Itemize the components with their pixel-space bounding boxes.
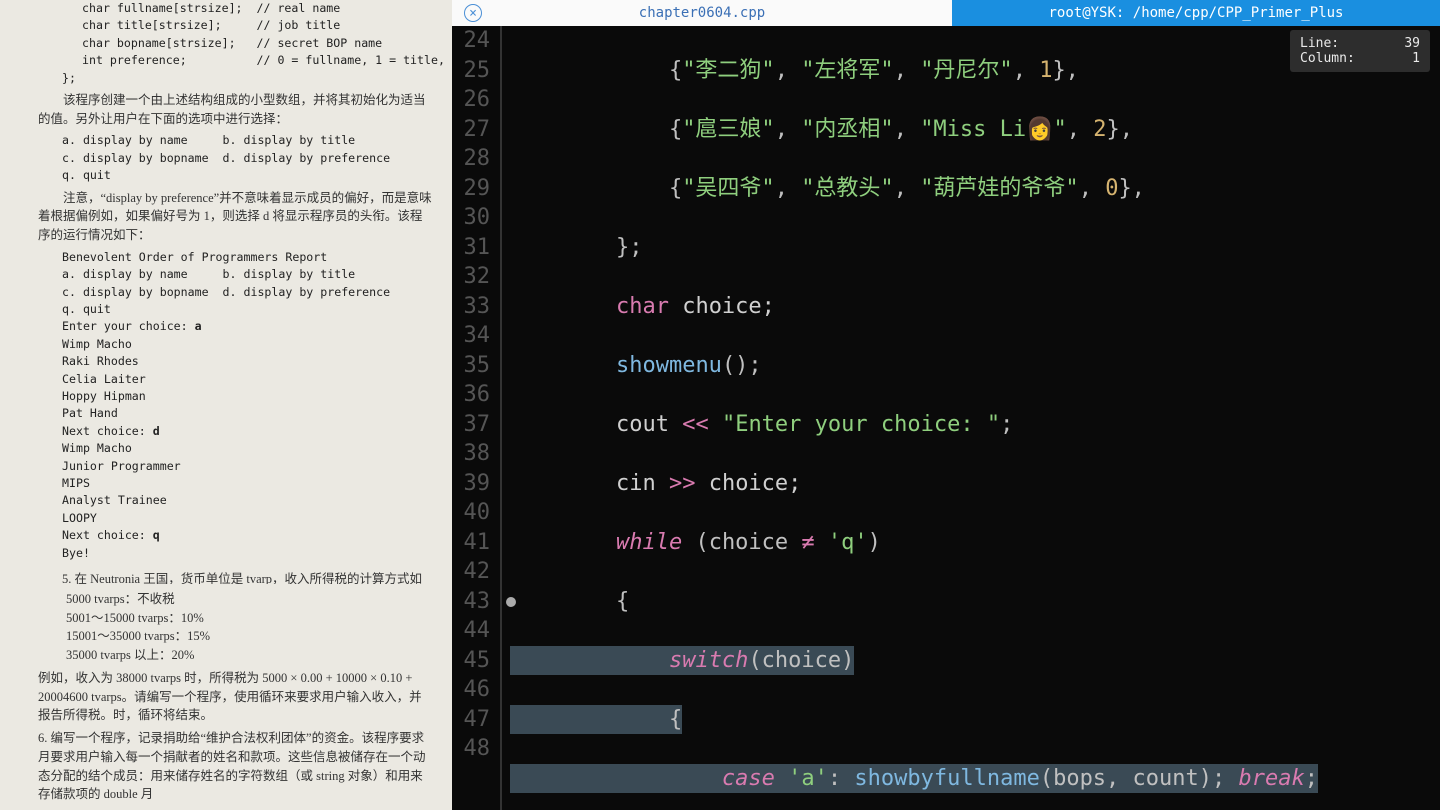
doc-code-line: char fullname[strsize]; // real name — [38, 0, 434, 17]
tax-line: 5001～15000 tvarps：10% — [38, 609, 434, 628]
gutter-line-number[interactable]: 38 — [452, 439, 490, 469]
gutter-line-number[interactable]: 44 — [452, 616, 490, 646]
gutter-line-number[interactable]: 37 — [452, 410, 490, 440]
code-line: cin >> choice; — [510, 469, 1440, 499]
code-line: while (choice ≠ 'q') — [510, 528, 1440, 558]
gutter-line-number[interactable]: 45 — [452, 646, 490, 676]
doc-paragraph: 例如，收入为 38000 tvarps 时，所得税为 5000 × 0.00 +… — [38, 669, 434, 725]
gutter-line-number[interactable]: 35 — [452, 351, 490, 381]
doc-run-line: Pat Hand — [38, 405, 434, 422]
doc-run-line: Enter your choice: a — [38, 318, 434, 335]
code-line: switch(choice) — [510, 646, 1440, 676]
gutter-line-number[interactable]: 28 — [452, 144, 490, 174]
doc-code-line: int preference; // 0 = fullname, 1 = tit… — [38, 52, 434, 69]
doc-paragraph: 6. 编写一个程序，记录捐助给“维护合法权利团体”的资金。该程序要求月要求用户输… — [38, 729, 434, 804]
code-line: {"吴四爷", "总教头", "葫芦娃的爷爷", 0}, — [510, 174, 1440, 204]
code-line: { — [510, 587, 1440, 617]
doc-run-line: Next choice: q — [38, 527, 434, 544]
close-icon[interactable]: × — [464, 4, 482, 22]
doc-run-line: LOOPY — [38, 510, 434, 527]
doc-run-line: q. quit — [38, 301, 434, 318]
tab-terminal[interactable]: root@YSK: /home/cpp/CPP_Primer_Plus — [952, 0, 1440, 26]
doc-code-line: char bopname[strsize]; // secret BOP nam… — [38, 35, 434, 52]
document-pane[interactable]: char fullname[strsize]; // real name cha… — [0, 0, 452, 810]
code-line: char choice; — [510, 292, 1440, 322]
gutter-line-number[interactable]: 47 — [452, 705, 490, 735]
code-line: showmenu(); — [510, 351, 1440, 381]
doc-code-line: char title[strsize]; // job title — [38, 17, 434, 34]
doc-run-line: a. display by name b. display by title — [38, 266, 434, 283]
gutter-line-number[interactable]: 43 — [452, 587, 490, 617]
line-gutter[interactable]: 2425262728293031323334353637383940414243… — [452, 26, 502, 810]
gutter-line-number[interactable]: 25 — [452, 56, 490, 86]
doc-run-line: Wimp Macho — [38, 336, 434, 353]
code-line: {"李二狗", "左将军", "丹尼尔", 1}, — [510, 56, 1440, 86]
doc-run-line: c. display by bopname d. display by pref… — [38, 284, 434, 301]
gutter-line-number[interactable]: 26 — [452, 85, 490, 115]
gutter-line-number[interactable]: 32 — [452, 262, 490, 292]
code-body[interactable]: {"李二狗", "左将军", "丹尼尔", 1}, {"扈三娘", "内丞相",… — [502, 26, 1440, 810]
tab-bar: × chapter0604.cpp root@YSK: /home/cpp/CP… — [452, 0, 1440, 26]
tab-file[interactable]: × chapter0604.cpp — [452, 0, 952, 26]
gutter-line-number[interactable]: 24 — [452, 26, 490, 56]
doc-run-line: Next choice: d — [38, 423, 434, 440]
doc-paragraph: 注意，“display by preference”并不意味着显示成员的偏好，而… — [38, 189, 434, 245]
doc-option-line: c. display by bopname d. display by pref… — [38, 150, 434, 167]
gutter-line-number[interactable]: 39 — [452, 469, 490, 499]
gutter-line-number[interactable]: 33 — [452, 292, 490, 322]
tab-file-label: chapter0604.cpp — [639, 5, 765, 21]
tax-line: 5000 tvarps：不收税 — [38, 590, 434, 609]
gutter-line-number[interactable]: 30 — [452, 203, 490, 233]
gutter-line-number[interactable]: 34 — [452, 321, 490, 351]
doc-run-line: Analyst Trainee — [38, 492, 434, 509]
gutter-line-number[interactable]: 27 — [452, 115, 490, 145]
doc-option-line: q. quit — [38, 167, 434, 184]
gutter-line-number[interactable]: 41 — [452, 528, 490, 558]
gutter-line-number[interactable]: 42 — [452, 557, 490, 587]
gutter-line-number[interactable]: 29 — [452, 174, 490, 204]
doc-run-line: Celia Laiter — [38, 371, 434, 388]
gutter-line-number[interactable]: 46 — [452, 675, 490, 705]
code-line: { — [510, 705, 1440, 735]
code-area[interactable]: 2425262728293031323334353637383940414243… — [452, 26, 1440, 810]
doc-run-line: Hoppy Hipman — [38, 388, 434, 405]
doc-run-line: Junior Programmer — [38, 458, 434, 475]
gutter-line-number[interactable]: 48 — [452, 734, 490, 764]
gutter-line-number[interactable]: 40 — [452, 498, 490, 528]
code-line: {"扈三娘", "内丞相", "Miss Li👩", 2}, — [510, 115, 1440, 145]
code-line: case 'a': showbyfullname(bops, count); b… — [510, 764, 1440, 794]
doc-run-line: Raki Rhodes — [38, 353, 434, 370]
editor-pane: × chapter0604.cpp root@YSK: /home/cpp/CP… — [452, 0, 1440, 810]
gutter-line-number[interactable]: 36 — [452, 380, 490, 410]
doc-next-page: 5000 tvarps：不收税 5001～15000 tvarps：10% 15… — [0, 584, 452, 810]
doc-code-close: }; — [38, 70, 434, 87]
tab-terminal-label: root@YSK: /home/cpp/CPP_Primer_Plus — [1048, 5, 1343, 21]
gutter-line-number[interactable]: 31 — [452, 233, 490, 263]
fold-handle-icon[interactable] — [506, 597, 516, 607]
doc-run-line: Bye! — [38, 545, 434, 562]
doc-run-line: Wimp Macho — [38, 440, 434, 457]
doc-option-line: a. display by name b. display by title — [38, 132, 434, 149]
doc-run-line: Benevolent Order of Programmers Report — [38, 249, 434, 266]
code-line: }; — [510, 233, 1440, 263]
doc-paragraph: 该程序创建一个由上述结构组成的小型数组，并将其初始化为适当的值。另外让用户在下面… — [38, 91, 434, 129]
tax-line: 15001～35000 tvarps：15% — [38, 627, 434, 646]
tax-line: 35000 tvarps 以上：20% — [38, 646, 434, 665]
doc-run-line: MIPS — [38, 475, 434, 492]
code-line: cout << "Enter your choice: "; — [510, 410, 1440, 440]
